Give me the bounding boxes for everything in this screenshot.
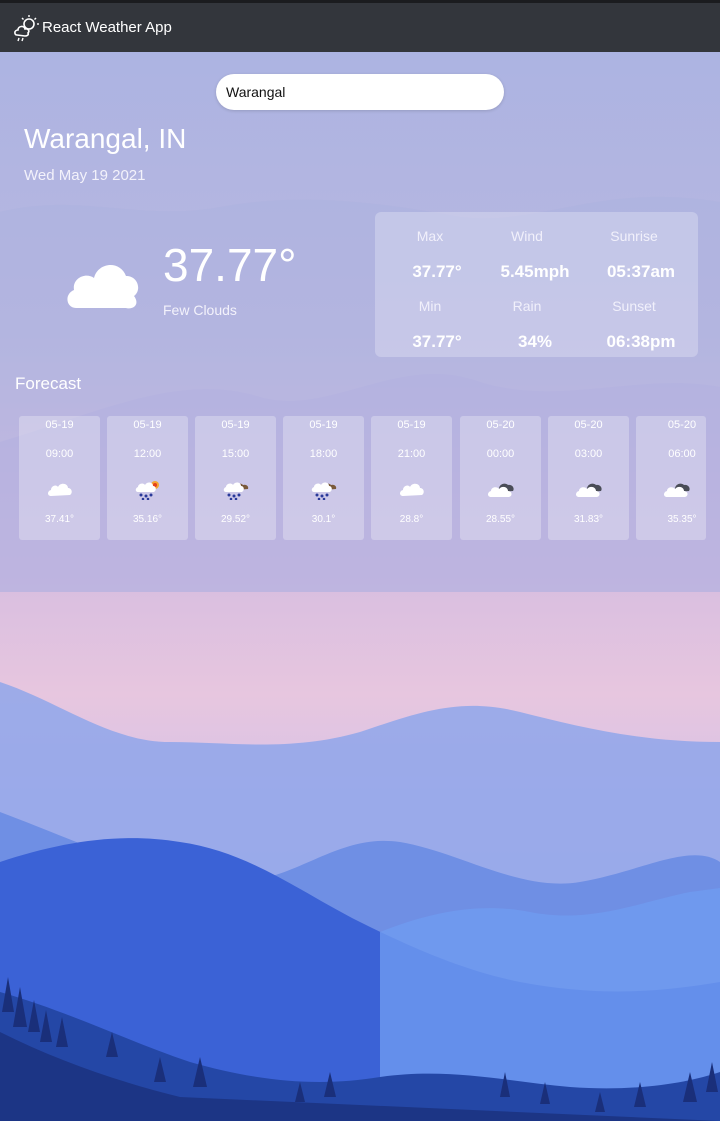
- stat-label-sunset: Sunset: [612, 298, 656, 314]
- forecast-card[interactable]: 05-19 12:00 35.16°: [107, 416, 188, 540]
- forecast-time: 15:00: [221, 448, 250, 460]
- broken-clouds-icon: [488, 483, 514, 497]
- cloud-icon: [400, 483, 424, 496]
- forecast-temp: 35.16°: [132, 514, 163, 525]
- stat-value-sunset: 06:38pm: [606, 332, 676, 351]
- forecast-temp: 37.41°: [44, 514, 75, 525]
- forecast-time: 18:00: [309, 448, 338, 460]
- broken-clouds-icon: [664, 483, 690, 497]
- forecast-card[interactable]: 05-19 15:00 29.52°: [195, 416, 276, 540]
- current-temperature: 37.77°: [163, 239, 297, 291]
- city-search-input[interactable]: [216, 74, 504, 110]
- stat-value-wind: 5.45mph: [500, 262, 570, 281]
- stat-label-wind: Wind: [511, 228, 543, 244]
- forecast-date: 05-19: [397, 419, 426, 431]
- forecast-time: 21:00: [397, 448, 426, 460]
- app-title: React Weather App: [42, 19, 172, 36]
- stat-label-rain: Rain: [512, 298, 542, 314]
- forecast-date: 05-20: [486, 419, 515, 431]
- forecast-time: 06:00: [668, 448, 696, 460]
- rain-cloud-icon: [311, 482, 337, 500]
- forecast-date: 05-19: [133, 419, 162, 431]
- forecast-card[interactable]: 05-20 00:00 28.55°: [460, 416, 541, 540]
- forecast-date: 05-19: [45, 419, 74, 431]
- forecast-temp: 28.8°: [399, 514, 424, 525]
- cloud-icon: [48, 483, 72, 496]
- forecast-temp: 35.35°: [667, 514, 697, 525]
- stat-value-min: 37.77°: [412, 332, 462, 351]
- forecast-date: 05-20: [574, 419, 603, 431]
- forecast-temp: 31.83°: [573, 514, 604, 525]
- forecast-card[interactable]: 05-19 18:00 30.1°: [283, 416, 364, 540]
- forecast-date: 05-19: [309, 419, 338, 431]
- stat-value-sunrise: 05:37am: [606, 262, 676, 281]
- rain-sun-icon: [135, 481, 159, 500]
- forecast-date: 05-20: [667, 419, 697, 431]
- few-clouds-icon: [67, 264, 139, 309]
- forecast-card[interactable]: 05-20 06:00 35.35°: [636, 416, 706, 540]
- forecast-temp: 29.52°: [220, 514, 251, 525]
- weather-description: Few Clouds: [163, 302, 237, 318]
- forecast-card[interactable]: 05-19 09:00 37.41°: [19, 416, 100, 540]
- app-bar: React Weather App: [0, 0, 720, 52]
- forecast-temp: 30.1°: [311, 514, 336, 525]
- forecast-time: 12:00: [133, 448, 162, 460]
- forecast-time: 03:00: [574, 448, 603, 460]
- stat-value-max: 37.77°: [412, 262, 462, 281]
- broken-clouds-icon: [576, 483, 602, 497]
- weather-stats-panel: Max Wind Sunrise 37.77° 5.45mph 05:37am …: [375, 212, 698, 357]
- stat-label-min: Min: [418, 298, 442, 314]
- weather-logo-icon: [14, 14, 39, 41]
- forecast-time: 09:00: [45, 448, 74, 460]
- city-name: Warangal, IN: [24, 123, 187, 154]
- stat-label-sunrise: Sunrise: [610, 228, 658, 244]
- rain-cloud-icon: [223, 482, 249, 500]
- forecast-card[interactable]: 05-20 03:00 31.83°: [548, 416, 629, 540]
- forecast-time: 00:00: [486, 448, 515, 460]
- forecast-date: 05-19: [221, 419, 250, 431]
- stat-label-max: Max: [416, 228, 444, 244]
- forecast-temp: 28.55°: [485, 514, 516, 525]
- forecast-card[interactable]: 05-19 21:00 28.8°: [371, 416, 452, 540]
- current-date: Wed May 19 2021: [24, 167, 146, 184]
- forecast-heading: Forecast: [15, 374, 82, 393]
- stat-value-rain: 34%: [517, 332, 553, 351]
